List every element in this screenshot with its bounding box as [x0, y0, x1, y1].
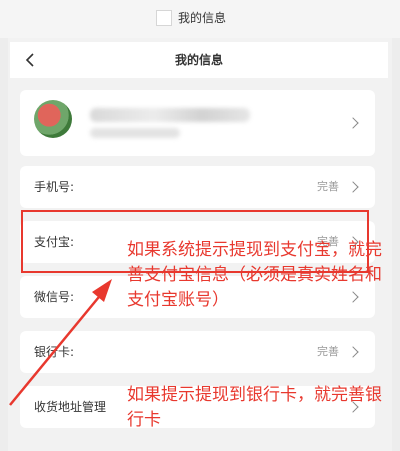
browser-tab-bar: 我的信息 [0, 0, 400, 38]
annotation-bank-card: 如果提示提现到银行卡，就完善银行卡 [127, 385, 382, 430]
tab-title: 我的信息 [178, 11, 227, 25]
row-label: 微信号: [34, 290, 75, 304]
row-status: 完善 [317, 180, 339, 193]
nav-bar: 我的信息 [10, 42, 388, 78]
annotation-alipay: 如果系统提示提现到支付宝，就完善支付宝信息（必须是真实姓名和支付宝账号） [127, 240, 382, 310]
row-label: 收货地址管理 [34, 400, 107, 414]
chevron-right-icon [347, 117, 359, 129]
blurred-user-id [90, 128, 180, 138]
row-phone[interactable]: 手机号: 完善 [20, 166, 375, 208]
row-label: 手机号: [34, 180, 75, 194]
profile-card[interactable] [20, 90, 375, 156]
blurred-username [90, 108, 250, 122]
chevron-right-icon [347, 346, 359, 358]
avatar [34, 100, 72, 138]
row-bank-card[interactable]: 银行卡: 完善 [20, 331, 375, 373]
row-status: 完善 [317, 345, 339, 358]
page-title: 我的信息 [174, 53, 223, 67]
row-label: 银行卡: [34, 345, 75, 359]
page-icon [156, 10, 172, 26]
chevron-right-icon [347, 181, 359, 193]
